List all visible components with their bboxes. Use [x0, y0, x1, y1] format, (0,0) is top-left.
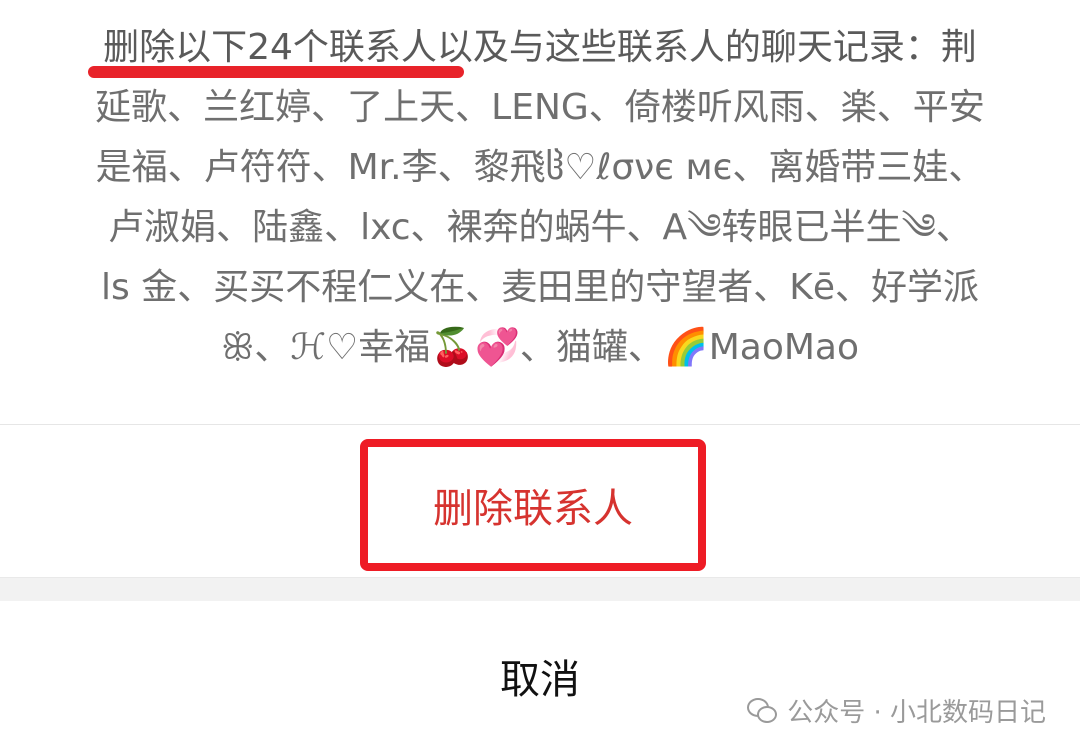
message-line-4: 卢淑娟、陆鑫、lxc、裸奔的蜗牛、A༄转眼已半生༄、: [108, 207, 972, 248]
cancel-button[interactable]: 取消: [400, 631, 680, 721]
message-line-6: ꕥ、ℋ♡幸福🍒💞、猫罐、🌈MaoMao: [220, 327, 860, 368]
message-line-5: ls 金、买买不程仁义在、麦田里的守望者、Kē、好学派: [101, 267, 979, 308]
red-underline-annotation: [88, 66, 464, 78]
wechat-icon: [747, 697, 778, 724]
watermark-text: 公众号 · 小北数码日记: [787, 698, 1046, 728]
separator-band: [0, 577, 1080, 601]
watermark: 公众号 · 小北数码日记: [747, 692, 1046, 729]
message-line-2: 延歌、兰红婷、了上天、LENG、倚楼听风雨、楽、平安: [95, 87, 985, 128]
delete-contacts-action-sheet: 删除以下24个联系人以及与这些联系人的聊天记录：荆 延歌、兰红婷、了上天、LEN…: [0, 0, 1080, 751]
message-line-3: 是福、卢符符、Mr.李、黎飛ჱ♡ℓσνє мє、离婚带三娃、: [95, 147, 985, 188]
delete-contacts-button[interactable]: 删除联系人: [360, 439, 706, 571]
delete-action-row: 删除联系人: [0, 425, 1080, 577]
cancel-action-row: 取消 公众号 · 小北数码日记: [0, 601, 1080, 751]
